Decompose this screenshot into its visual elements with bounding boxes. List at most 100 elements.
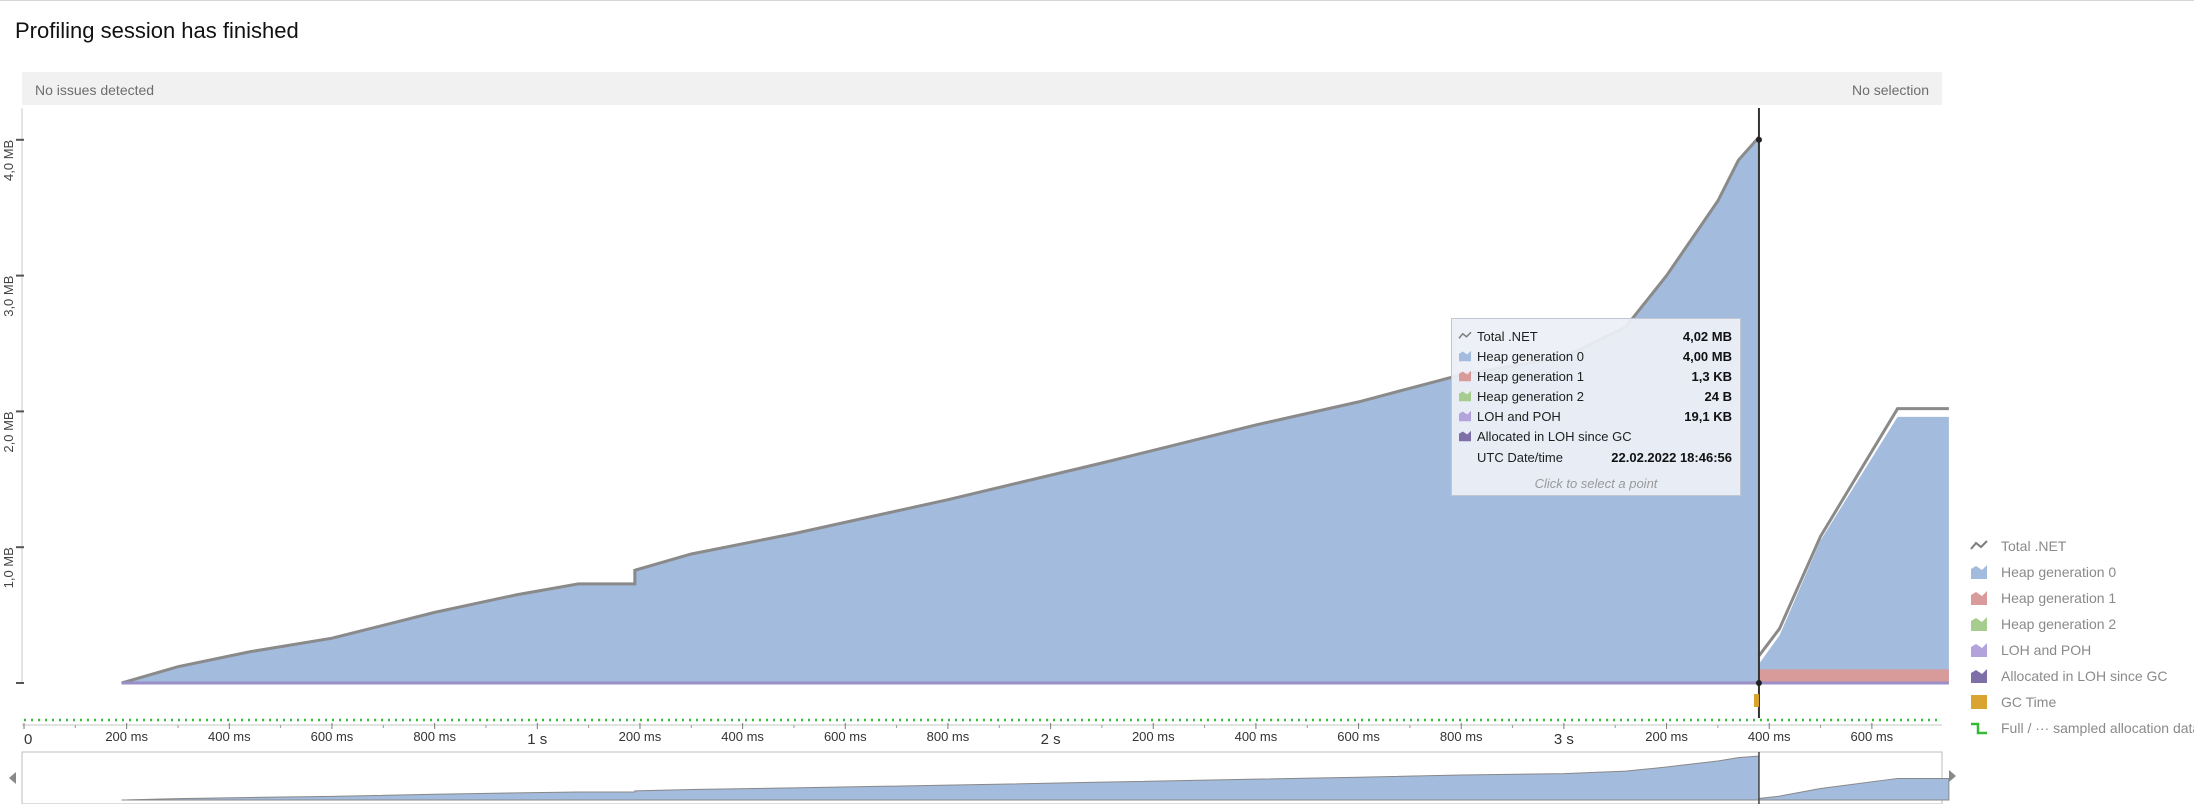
x-tick-label: 800 ms — [1440, 729, 1483, 744]
overview-area — [121, 755, 1760, 801]
legend-item[interactable]: Heap generation 1 — [1970, 588, 2194, 608]
heap-gen0-icon — [1459, 350, 1471, 362]
x-tick-label: 0 — [24, 731, 32, 748]
legend-item-icon — [1970, 590, 1988, 606]
cursor-layer — [1755, 108, 1762, 718]
heap-gen0-icon — [1971, 565, 1987, 579]
loh-allocated-icon — [1971, 669, 1987, 683]
tooltip-row-value: 19,1 KB — [1684, 409, 1732, 424]
x-tick-label: 200 ms — [105, 729, 148, 744]
memory-chart[interactable]: 1,0 MB 2,0 MB 3,0 MB 4,0 MB 0 200 ms 400 ms 60… — [0, 0, 2194, 804]
x-tick-label: 800 ms — [927, 729, 970, 744]
x-tick-label: 3 s — [1554, 731, 1574, 748]
tooltip-row-value: 4,02 MB — [1682, 329, 1732, 344]
scroll-right-arrow-icon[interactable] — [1949, 770, 1956, 782]
scroll-left-arrow-icon[interactable] — [9, 772, 16, 784]
legend-item[interactable]: LOH and POH — [1970, 640, 2194, 660]
gc-time-marker — [1753, 694, 1759, 707]
legend-item[interactable]: Full / ··· sampled allocation data — [1970, 718, 2194, 738]
legend-item[interactable]: GC Time — [1970, 692, 2194, 712]
cursor-point — [1755, 680, 1762, 686]
x-tick-label: 400 ms — [1235, 729, 1278, 744]
tooltip-row-icon — [1458, 410, 1472, 422]
total-net-line-icon — [1458, 331, 1472, 339]
y-tick-label: 3,0 MB — [1, 276, 16, 317]
x-tick-label: 1 s — [527, 731, 547, 748]
heap-gen2-icon — [1971, 617, 1987, 631]
x-tick-label: 200 ms — [1132, 729, 1175, 744]
legend-item[interactable]: Allocated in LOH since GC — [1970, 666, 2194, 686]
tooltip-row: Total .NET 4,02 MB — [1458, 328, 1732, 346]
tooltip-row-label: Total .NET — [1477, 329, 1538, 344]
x-tick-label: 400 ms — [721, 729, 764, 744]
legend-item-label: Heap generation 1 — [2001, 590, 2117, 606]
gc-time-row — [24, 694, 1942, 722]
heap-gen1-icon — [1459, 370, 1471, 382]
legend-item[interactable]: Heap generation 0 — [1970, 562, 2194, 582]
heap-gen1-area — [1758, 669, 1949, 683]
legend-item[interactable]: Total .NET — [1970, 536, 2194, 556]
x-tick-label: 2 s — [1041, 731, 1061, 748]
y-tick-label: 2,0 MB — [1, 411, 16, 452]
issues-status: No issues detected — [35, 82, 155, 98]
legend-item-icon — [1970, 616, 1988, 632]
x-tick-label: 200 ms — [1645, 729, 1688, 744]
x-tick-label: 800 ms — [413, 729, 456, 744]
tooltip-date-row: UTC Date/time 22.02.2022 18:46:56 — [1458, 449, 1732, 467]
loh-poh-icon — [1971, 643, 1987, 657]
overview-area — [1758, 777, 1950, 801]
loh-allocated-icon — [1459, 430, 1471, 442]
legend-item-icon — [1970, 642, 1988, 658]
overview-frame[interactable] — [21, 751, 1943, 804]
tooltip-row-icon — [1458, 330, 1472, 342]
selection-status: No selection — [1851, 82, 1929, 98]
allocation-data-icon — [1971, 722, 1987, 735]
legend-item[interactable]: Heap generation 2 — [1970, 614, 2194, 634]
tooltip-row-label: Heap generation 2 — [1477, 389, 1584, 404]
tooltip-row-label: Heap generation 1 — [1477, 369, 1584, 384]
legend-item-label: Heap generation 0 — [2001, 564, 2117, 580]
cursor-point — [1755, 136, 1762, 143]
x-tick-label: 400 ms — [208, 729, 251, 744]
legend-item-label: Total .NET — [2001, 538, 2067, 554]
tooltip-row-icon — [1458, 390, 1472, 402]
y-tick-label: 1,0 MB — [1, 547, 16, 588]
tooltip-row: Heap generation 1 1,3 KB — [1458, 368, 1732, 386]
heap-gen0-area — [1758, 416, 1949, 683]
overview-navigator[interactable] — [9, 751, 1956, 804]
tooltip-row-value: 4,00 MB — [1682, 349, 1732, 364]
gc-time-icon — [1971, 695, 1987, 709]
tooltip-date-value: 22.02.2022 18:46:56 — [1611, 450, 1732, 465]
x-tick-label: 600 ms — [1851, 729, 1894, 744]
tooltip-row: Heap generation 0 4,00 MB — [1458, 348, 1732, 366]
tooltip-row-label: LOH and POH — [1477, 409, 1561, 424]
tooltip-row-icon — [1458, 370, 1472, 382]
legend-item-icon — [1970, 668, 1988, 684]
x-tick-label: 600 ms — [824, 729, 867, 744]
tooltip-row-label: Allocated in LOH since GC — [1477, 429, 1632, 444]
heap-gen2-icon — [1459, 390, 1471, 402]
x-tick-label: 600 ms — [1337, 729, 1380, 744]
tooltip-hint: Click to select a point — [1534, 476, 1658, 491]
x-tick-label: 600 ms — [311, 729, 354, 744]
legend-item-label: Full / ··· sampled allocation data — [2001, 720, 2194, 736]
heap-gen1-icon — [1971, 591, 1987, 605]
tooltip-date-label: UTC Date/time — [1477, 450, 1563, 465]
legend-item-label: GC Time — [2001, 694, 2057, 710]
legend-item-icon — [1970, 720, 1988, 736]
status-bar: No issues detected No selection — [22, 72, 1942, 105]
tooltip-row-value: 24 B — [1704, 389, 1732, 404]
tooltip-row-icon — [1458, 430, 1472, 442]
tooltip-row: Allocated in LOH since GC — [1458, 428, 1732, 446]
y-axis: 1,0 MB 2,0 MB 3,0 MB 4,0 MB — [1, 108, 24, 684]
point-tooltip: Total .NET 4,02 MB Heap generation 0 4,00 M… — [1451, 318, 1741, 496]
legend-item-icon — [1970, 694, 1988, 710]
legend-item-label: Allocated in LOH since GC — [2001, 668, 2168, 684]
tooltip-row-icon — [1458, 350, 1472, 362]
y-tick-label: 4,0 MB — [1, 140, 16, 181]
tooltip-row: Heap generation 2 24 B — [1458, 388, 1732, 406]
legend-item-label: Heap generation 2 — [2001, 616, 2117, 632]
top-border — [0, 0, 2194, 1]
page-title: Profiling session has finished — [15, 18, 299, 43]
time-axis: 0 200 ms 400 ms 600 ms 800 ms 1 s 200 ms 400 ms… — [22, 723, 1942, 748]
